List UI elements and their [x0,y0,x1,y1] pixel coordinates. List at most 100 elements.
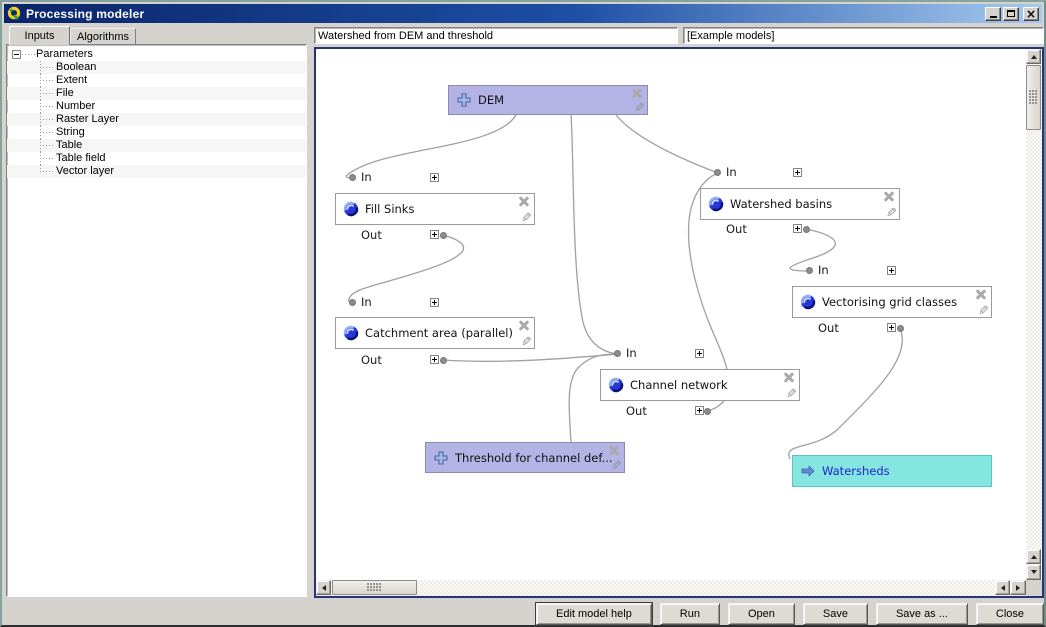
thumb-grip [367,583,382,592]
expand-outputs-box[interactable] [887,323,896,332]
tree-item-parameters[interactable]: Parameters [7,48,306,61]
window-title: Processing modeler [26,7,144,21]
in-anchor-label: In [361,296,372,309]
in-anchor-label: In [626,347,637,360]
tree-item-file[interactable]: File [7,87,306,100]
out-anchor-dot [704,408,711,415]
tree-item-boolean[interactable]: Boolean [7,61,306,74]
out-anchor-dot [803,226,810,233]
tab-inputs[interactable]: Inputs [9,26,70,45]
edit-node-icon[interactable]: ✎ [786,388,797,402]
edit-node-icon[interactable]: ✎ [611,460,622,474]
tab-inputs-label: Inputs [25,30,55,42]
node-catchment-area[interactable]: Catchment area (parallel) ✎ [335,317,535,349]
maximize-button[interactable] [1003,7,1019,21]
out-anchor-label: Out [361,229,382,242]
expand-outputs-box[interactable] [430,355,439,364]
delete-node-icon[interactable] [608,444,620,456]
scroll-down-button[interactable] [1026,564,1041,580]
thumb-grip [1029,90,1038,105]
expand-outputs-box[interactable] [695,406,704,415]
delete-node-icon[interactable] [783,371,795,383]
titlebar[interactable]: Processing modeler × [4,4,1042,23]
delete-node-icon[interactable] [631,87,643,99]
scroll-right-button[interactable] [1010,580,1026,595]
in-anchor-dot [614,350,621,357]
out-anchor-dot [440,232,447,239]
canvas-vertical-scrollbar[interactable] [1026,49,1042,580]
close-dialog-button[interactable]: Close [976,603,1044,625]
node-watershed-basins[interactable]: Watershed basins ✎ [700,188,900,220]
open-button[interactable]: Open [728,603,795,625]
expand-outputs-box[interactable] [793,224,802,233]
tree-item-label: Parameters [36,48,93,60]
out-anchor-label: Out [726,223,747,236]
out-anchor-dot [897,325,904,332]
expand-inputs-box[interactable] [887,266,896,275]
node-vectorising-grid-classes[interactable]: Vectorising grid classes ✎ [792,286,992,318]
processing-modeler-window: Processing modeler × Inputs Algorithms P… [0,0,1046,627]
minimize-button[interactable] [985,7,1001,21]
tree-item-table[interactable]: Table [7,139,306,152]
scroll-left-button[interactable] [316,580,331,595]
button-label: Save as ... [896,608,948,620]
scroll-up-button-2[interactable] [1026,549,1041,564]
delete-node-icon[interactable] [518,195,530,207]
edit-node-icon[interactable]: ✎ [521,336,532,350]
edit-node-icon[interactable]: ✎ [521,212,532,226]
model-name-input[interactable] [314,27,678,44]
tab-algorithms-label: Algorithms [77,31,129,43]
collapse-expander-icon[interactable] [12,50,21,59]
tree-item-vector-layer[interactable]: Vector layer [7,165,306,178]
delete-node-icon[interactable] [975,288,987,300]
save-button[interactable]: Save [803,603,868,625]
edit-model-help-button[interactable]: Edit model help [536,603,652,625]
tree-item-table-field[interactable]: Table field [7,152,306,165]
expand-inputs-box[interactable] [695,349,704,358]
node-dem[interactable]: DEM ✎ [448,85,648,115]
edit-node-icon[interactable]: ✎ [886,207,897,221]
expand-inputs-box[interactable] [430,298,439,307]
tree-item-label: Table field [56,152,106,164]
node-label: Threshold for channel def... [455,451,613,465]
close-button[interactable]: × [1023,7,1039,21]
expand-inputs-box[interactable] [430,173,439,182]
triangle-left-icon [1001,585,1005,591]
tree-item-label: Table [56,139,82,151]
dialog-button-row: Edit model help Run Open Save Save as ..… [536,603,1044,625]
button-label: Open [748,608,775,620]
tree-item-string[interactable]: String [7,126,306,139]
node-threshold[interactable]: Threshold for channel def... ✎ [425,442,625,473]
model-canvas-area[interactable]: DEM ✎ In Fill Sinks ✎ Out In [316,49,1026,580]
tab-algorithms[interactable]: Algorithms [70,28,136,45]
delete-node-icon[interactable] [518,319,530,331]
model-group-input[interactable] [683,27,1044,44]
save-as-button[interactable]: Save as ... [876,603,968,625]
tree-item-number[interactable]: Number [7,100,306,113]
wire-fillsinks-catchment [349,235,464,303]
tree-item-raster-layer[interactable]: Raster Layer [7,113,306,126]
node-label: Vectorising grid classes [822,295,957,309]
horizontal-scroll-thumb[interactable] [332,580,417,595]
out-anchor-label: Out [361,354,382,367]
wire-dem-channel [571,115,618,354]
delete-node-icon[interactable] [883,190,895,202]
node-fill-sinks[interactable]: Fill Sinks ✎ [335,193,535,225]
expand-inputs-box[interactable] [793,168,802,177]
node-channel-network[interactable]: Channel network ✎ [600,369,800,401]
edit-node-icon[interactable]: ✎ [634,102,645,116]
node-watersheds-output[interactable]: Watersheds [792,455,992,487]
canvas-horizontal-scrollbar[interactable] [316,580,1026,596]
edit-node-icon[interactable]: ✎ [978,305,989,319]
expand-outputs-box[interactable] [430,230,439,239]
inputs-tree-panel: Parameters Boolean Extent File Number Ra… [6,44,307,597]
tree-item-extent[interactable]: Extent [7,74,306,87]
node-label: Watershed basins [730,197,832,211]
run-button[interactable]: Run [660,603,720,625]
saga-algorithm-icon [343,325,359,341]
scroll-up-button[interactable] [1026,49,1041,64]
in-anchor-label: In [818,264,829,277]
scroll-left-button-2[interactable] [995,580,1010,595]
vertical-scroll-thumb[interactable] [1026,65,1041,130]
output-arrow-icon [800,463,816,479]
